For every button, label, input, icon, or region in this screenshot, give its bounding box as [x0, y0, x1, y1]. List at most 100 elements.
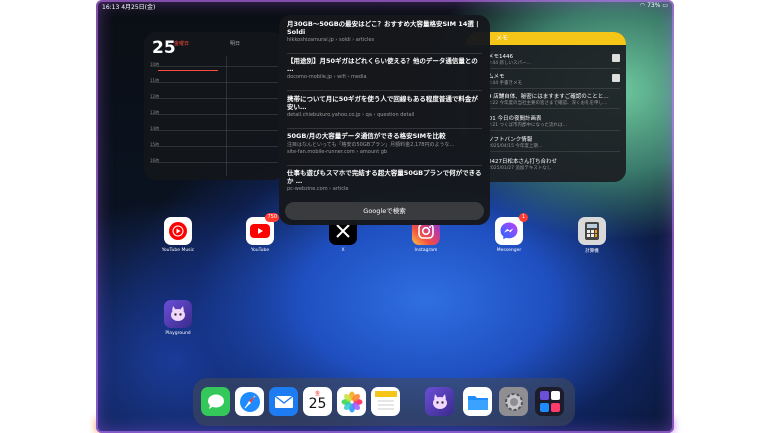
calculator-icon	[578, 217, 606, 245]
search-result-title: 50GB/月の大容量データ通信ができる格安SIMを比較	[287, 132, 446, 140]
calendar-hour-line	[150, 162, 278, 163]
search-result[interactable]: 【用途別】月50ギガはどれくらい使える？他のデータ通信量との … docomo-…	[287, 57, 483, 80]
calendar-hour-line	[150, 66, 278, 67]
calendar-widget[interactable]: 25 金曜日 明日 10時 11時 12時 13時 14時 15時 16時	[144, 32, 284, 180]
note-subtitle: 2025/04/15 今年度上期…	[488, 144, 543, 149]
youtube-music-icon	[164, 217, 192, 245]
search-result[interactable]: 仕事も遊びもスマホで完結する超大容量50GBプランで何ができるか … pc-we…	[287, 169, 483, 192]
note-subtitle: 2:44 手書きメモ	[488, 81, 523, 86]
search-result-title: 月30GB〜50GBの最安はどこ？おすすめ大容量格安SIM 14選 | Sold…	[287, 20, 479, 36]
mail-icon[interactable]	[269, 387, 298, 416]
calendar-hour-line	[150, 130, 278, 131]
note-title: 0427日松本さん打ち合わせ	[488, 159, 557, 165]
app-messenger[interactable]: 1 Messenger	[481, 213, 537, 253]
app-calculator[interactable]: 計算機	[564, 217, 620, 254]
result-divider	[287, 128, 482, 129]
app-label: Playground	[165, 331, 191, 336]
result-divider	[287, 165, 482, 166]
calendar-hour-line	[150, 82, 278, 83]
note-subtitle: 2:21 つくば市内郡中になった流れは…	[488, 123, 568, 128]
note-title: 9 店舗自体、秘密にはますますご確認のことと…	[488, 94, 609, 100]
library-tile-icon	[539, 391, 549, 401]
search-result[interactable]: 携帯について月に50ギガを使う人で回線もある程度普通で料金が安い… detail…	[287, 95, 483, 118]
notes-app-icon[interactable]	[371, 387, 400, 416]
note-divider	[488, 88, 620, 89]
photos-icon[interactable]	[337, 387, 366, 416]
note-item[interactable]: 9 店舗自体、秘密にはますますご確認のことと… 2:22 今年度の当社主要の皆さ…	[488, 92, 618, 106]
library-tile-icon	[539, 402, 549, 412]
app-playground[interactable]: Playground	[150, 300, 206, 336]
search-result-source: site-fan.mobile-runner.com › amount gb	[287, 149, 388, 155]
search-result-source: hikkoshizamurai.jp › soldi › articles	[287, 37, 375, 43]
wifi-icon: ◠	[639, 2, 646, 9]
files-icon[interactable]	[463, 387, 492, 416]
note-divider	[488, 108, 620, 109]
note-item[interactable]: メモ1446 2:44 新しいスパー…	[488, 52, 618, 66]
search-result-source: docomo-mobile.jp › wifi › media	[287, 74, 367, 80]
playground-dock-icon[interactable]	[425, 387, 454, 416]
safari-icon[interactable]	[235, 387, 264, 416]
app-label: YouTube Music	[161, 248, 195, 253]
notification-badge: 750	[265, 213, 279, 222]
status-right: ◠ 73% ▭	[640, 2, 668, 9]
search-result-title: 携帯について月に50ギガを使う人で回線もある程度普通で料金が安い…	[287, 95, 478, 111]
note-title: ムメモ	[488, 74, 505, 80]
search-suggestions-popup: 月30GB〜50GBの最安はどこ？おすすめ大容量格安SIM 14選 | Sold…	[279, 15, 490, 225]
note-subtitle: 2:44 新しいスパー…	[488, 61, 532, 66]
app-library-icon[interactable]	[535, 387, 564, 416]
note-title: メモ1446	[488, 54, 513, 60]
messages-icon[interactable]	[201, 387, 230, 416]
calendar-hour-line	[150, 146, 278, 147]
note-item[interactable]: ムメモ 2:44 手書きメモ	[488, 72, 618, 86]
note-subtitle: 2025/01/27 追加テキストなし	[488, 166, 552, 171]
note-item[interactable]: 0427日松本さん打ち合わせ 2025/01/27 追加テキストなし	[488, 157, 618, 171]
calendar-tomorrow-label: 明日	[230, 41, 241, 47]
dock-calendar-day: 25	[308, 396, 327, 412]
note-thumbnail-icon	[612, 74, 620, 82]
search-result-title: 仕事も遊びもスマホで完結する超大容量50GBプランで何ができるか …	[287, 169, 482, 185]
calendar-hour: 14時	[150, 126, 160, 131]
battery-icon: ▭	[662, 2, 668, 9]
note-item[interactable]: ソフトバンク情報 2025/04/15 今年度上期…	[488, 135, 618, 149]
note-title: D1 今日の夜間計画表	[488, 116, 542, 122]
calendar-divider	[226, 56, 227, 176]
search-result[interactable]: 50GB/月の大容量データ通信ができる格安SIMを比較 注目はなんといっても「格…	[287, 132, 483, 155]
status-time-date: 16:13 4月25日(金)	[102, 2, 155, 11]
note-divider	[488, 68, 620, 69]
note-subtitle: 2:22 今年度の当社主要の皆さまで確認、深くお礼を申し…	[488, 101, 608, 106]
notes-widget-header: メモ	[466, 32, 626, 45]
dock: 金 25	[193, 378, 575, 426]
calendar-hour: 12時	[150, 94, 160, 99]
library-tile-icon	[550, 402, 560, 412]
calendar-hour-line	[150, 114, 278, 115]
calendar-current-time-line	[158, 70, 218, 71]
settings-icon[interactable]	[499, 387, 528, 416]
playground-icon	[164, 300, 192, 328]
search-result-source: 注目はなんといっても「格安の50GBプラン」月額料金2,178円のような…	[287, 142, 455, 148]
calendar-hour: 10時	[150, 62, 160, 67]
app-youtube-music[interactable]: YouTube Music	[150, 217, 206, 253]
search-result-source: pc-webzine.com › article	[287, 186, 349, 192]
note-divider	[488, 130, 620, 131]
ipad-home-screen: 16:13 4月25日(金) ◠ 73% ▭ 25 金曜日 明日 10時 11時…	[96, 0, 674, 433]
note-divider	[488, 151, 620, 152]
notes-widget[interactable]: メモ メモ1446 2:44 新しいスパー… ムメモ 2:44 手書きメモ 9 …	[466, 32, 626, 182]
calendar-hour: 13時	[150, 110, 160, 115]
calendar-hour: 15時	[150, 142, 160, 147]
status-time: 16:13	[102, 4, 120, 11]
app-youtube[interactable]: 750 YouTube	[232, 213, 288, 253]
search-result[interactable]: 月30GB〜50GBの最安はどこ？おすすめ大容量格安SIM 14選 | Sold…	[287, 20, 483, 43]
youtube-icon: 750	[246, 213, 279, 245]
app-label: X	[341, 248, 345, 253]
app-label: Messenger	[496, 248, 522, 253]
search-result-title: 【用途別】月50ギガはどれくらい使える？他のデータ通信量との …	[287, 57, 478, 73]
note-item[interactable]: D1 今日の夜間計画表 2:21 つくば市内郡中になった流れは…	[488, 114, 618, 128]
app-label: 計算機	[585, 249, 599, 254]
notification-badge: 1	[519, 213, 528, 222]
messenger-icon: 1	[495, 213, 528, 245]
calendar-app-icon[interactable]: 金 25	[303, 387, 332, 416]
library-tile-icon	[550, 391, 560, 401]
calendar-hour-line	[150, 98, 278, 99]
google-search-button[interactable]: Googleで検索	[285, 202, 484, 220]
status-bar: 16:13 4月25日(金) ◠ 73% ▭	[102, 2, 668, 12]
